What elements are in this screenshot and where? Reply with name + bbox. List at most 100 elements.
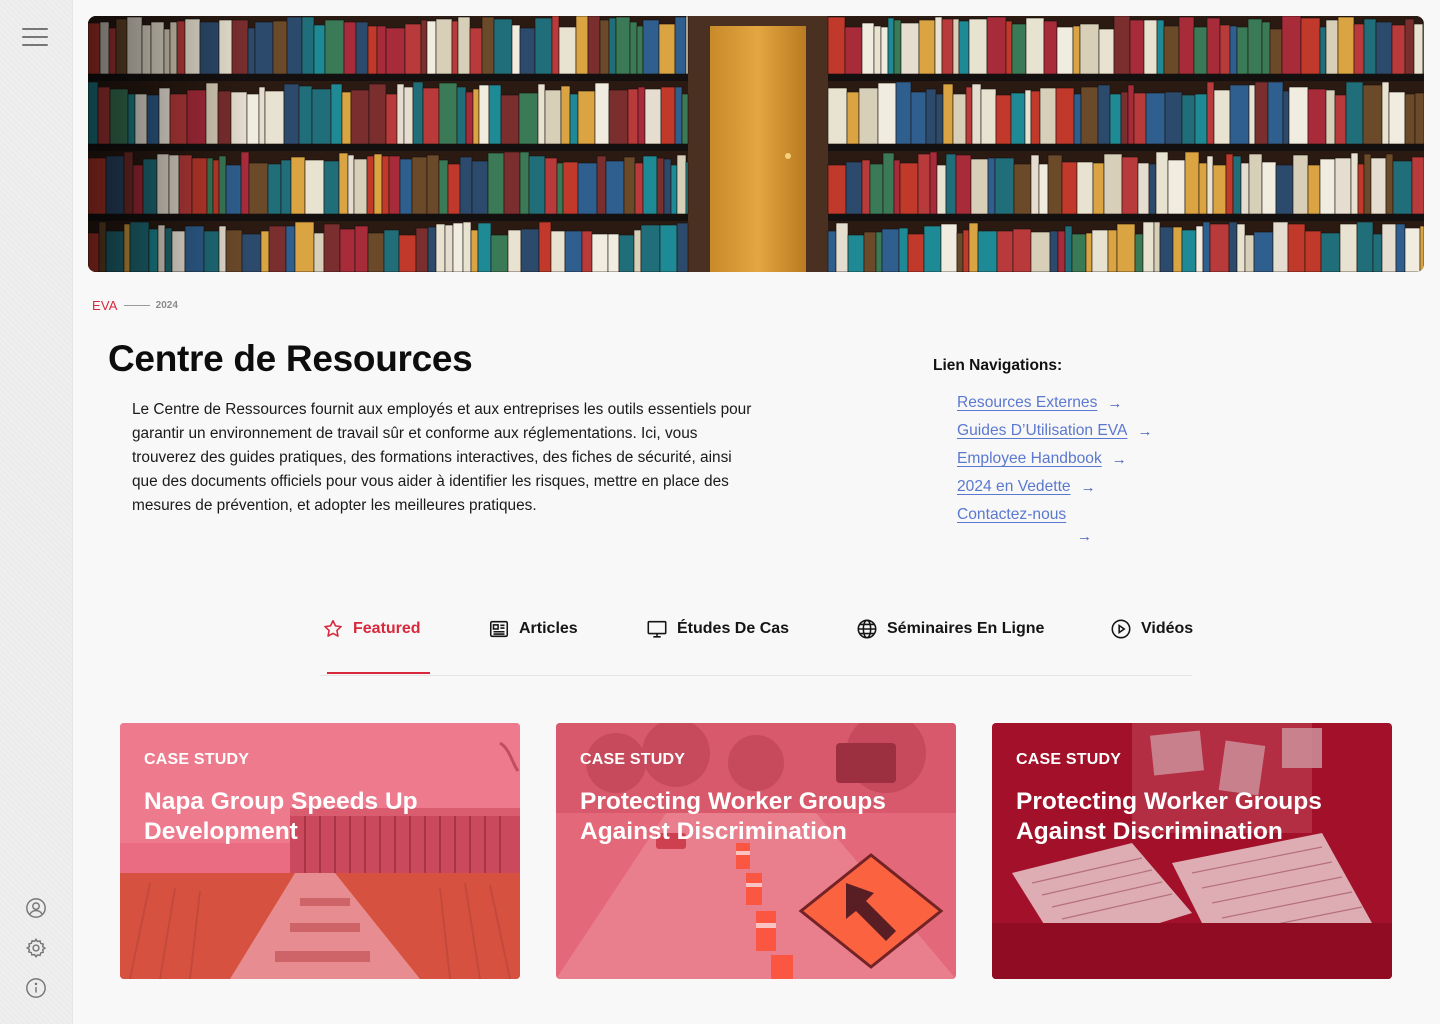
user-circle-icon[interactable] bbox=[25, 897, 47, 919]
book-spine bbox=[324, 19, 345, 75]
case-study-card[interactable]: CASE STUDY Protecting Worker Groups Agai… bbox=[992, 723, 1392, 979]
book-spine bbox=[970, 158, 989, 215]
book-spine bbox=[1334, 94, 1347, 145]
book-spine bbox=[1320, 232, 1341, 272]
tab-articles[interactable]: Articles bbox=[488, 606, 578, 652]
book-spine bbox=[520, 228, 540, 272]
book-spine bbox=[470, 229, 479, 272]
book-spine bbox=[1113, 16, 1131, 75]
book-spine bbox=[660, 86, 676, 145]
book-spine bbox=[845, 161, 863, 215]
book-spine bbox=[1411, 156, 1424, 215]
book-spine bbox=[338, 152, 349, 215]
book-spine bbox=[1109, 93, 1122, 145]
play-circle-icon bbox=[1111, 619, 1131, 639]
shelf-board bbox=[828, 74, 1424, 81]
book-spine bbox=[1206, 155, 1214, 215]
book-spine bbox=[658, 23, 676, 75]
book-spine bbox=[1229, 84, 1250, 145]
book-spine bbox=[1244, 234, 1255, 272]
card-title: Protecting Worker Groups Against Discrim… bbox=[580, 788, 886, 845]
book-spine bbox=[343, 21, 357, 75]
book-spine bbox=[1155, 151, 1169, 215]
book-spine bbox=[1049, 230, 1059, 272]
library-bookshelves-image bbox=[88, 16, 1424, 272]
nav-link-label[interactable]: Contactez-nous bbox=[957, 505, 1067, 525]
book-spine bbox=[1181, 229, 1197, 272]
book-spine bbox=[986, 16, 1007, 75]
book-spine bbox=[1404, 18, 1415, 75]
book-spine bbox=[875, 231, 883, 272]
book-spine bbox=[1363, 18, 1377, 75]
arrow-right-icon: → bbox=[1111, 451, 1127, 468]
nav-link-label[interactable]: 2024 en Vedette bbox=[957, 477, 1071, 497]
book-spine bbox=[835, 222, 849, 272]
book-spine bbox=[247, 27, 256, 75]
case-study-card[interactable]: CASE STUDY Napa Group Speeds Up Developm… bbox=[120, 723, 520, 979]
book-spine bbox=[996, 230, 1014, 272]
book-spine bbox=[404, 23, 422, 75]
tab-etudes-de-cas[interactable]: Études De Cas bbox=[646, 606, 789, 652]
book-spine bbox=[863, 231, 877, 272]
book-spine bbox=[457, 16, 471, 75]
nav-link-label[interactable]: Resources Externes bbox=[957, 393, 1097, 413]
tab-videos[interactable]: Vidéos bbox=[1110, 606, 1193, 652]
book-spine bbox=[452, 222, 464, 272]
book-spine bbox=[1236, 223, 1246, 272]
book-spine bbox=[422, 87, 440, 145]
book-spine bbox=[254, 21, 274, 75]
book-spine bbox=[1370, 157, 1387, 215]
book-spine bbox=[304, 159, 325, 215]
book-spine bbox=[968, 222, 979, 272]
book-spine bbox=[373, 153, 383, 215]
case-study-card[interactable]: CASE STUDY Protecting Worker Groups Agai… bbox=[556, 723, 956, 979]
book-spine bbox=[577, 90, 596, 145]
book-spine bbox=[1194, 93, 1208, 145]
book-spine bbox=[676, 154, 687, 215]
book-spine bbox=[350, 89, 370, 145]
book-spine bbox=[1228, 221, 1238, 272]
book-spine bbox=[663, 158, 672, 215]
book-spine bbox=[1350, 152, 1359, 215]
book-spine bbox=[1012, 228, 1032, 272]
book-spine bbox=[923, 225, 942, 272]
book-spine bbox=[599, 19, 610, 75]
book-spine bbox=[488, 84, 502, 145]
book-spine bbox=[958, 20, 970, 75]
info-icon[interactable] bbox=[25, 977, 47, 999]
book-spine bbox=[1145, 92, 1166, 145]
nav-link-2024-vedette[interactable]: 2024 en Vedette → bbox=[957, 477, 1197, 505]
gear-icon[interactable] bbox=[25, 937, 47, 959]
book-spine bbox=[1156, 19, 1165, 75]
book-spine bbox=[1055, 87, 1075, 145]
book-spine bbox=[412, 81, 424, 145]
book-spine bbox=[462, 221, 472, 272]
book-spine bbox=[1071, 233, 1087, 272]
nav-link-guides[interactable]: Guides D’Utilisation EVA → bbox=[957, 421, 1197, 449]
book-spine bbox=[444, 224, 454, 272]
book-spine bbox=[1381, 81, 1390, 145]
hamburger-menu-icon[interactable] bbox=[22, 26, 50, 48]
book-spine bbox=[562, 161, 579, 215]
nav-link-contactez-nous[interactable]: Contactez-nous → bbox=[957, 505, 1197, 545]
book-spine bbox=[383, 229, 400, 272]
nav-link-employee-handbook[interactable]: Employee Handbook → bbox=[957, 449, 1197, 477]
book-spine bbox=[264, 90, 285, 145]
book-spine bbox=[438, 159, 449, 215]
book-spine bbox=[929, 151, 938, 215]
book-spine bbox=[1388, 91, 1406, 145]
nav-link-label[interactable]: Guides D’Utilisation EVA bbox=[957, 421, 1127, 441]
book-spine bbox=[1385, 153, 1394, 215]
book-spine bbox=[435, 18, 453, 75]
book-spine bbox=[1195, 225, 1204, 272]
tab-featured[interactable]: Featured bbox=[322, 606, 421, 652]
book-spine bbox=[260, 230, 270, 272]
book-spine bbox=[1288, 86, 1309, 145]
monitor-icon bbox=[647, 620, 667, 638]
book-spine bbox=[1198, 162, 1208, 215]
nav-link-resources-externes[interactable]: Resources Externes → bbox=[957, 393, 1197, 421]
book-spine bbox=[956, 232, 964, 272]
tab-seminaires[interactable]: Séminaires En Ligne bbox=[856, 606, 1044, 652]
card-kicker: CASE STUDY bbox=[580, 751, 686, 768]
nav-link-label[interactable]: Employee Handbook bbox=[957, 449, 1102, 469]
